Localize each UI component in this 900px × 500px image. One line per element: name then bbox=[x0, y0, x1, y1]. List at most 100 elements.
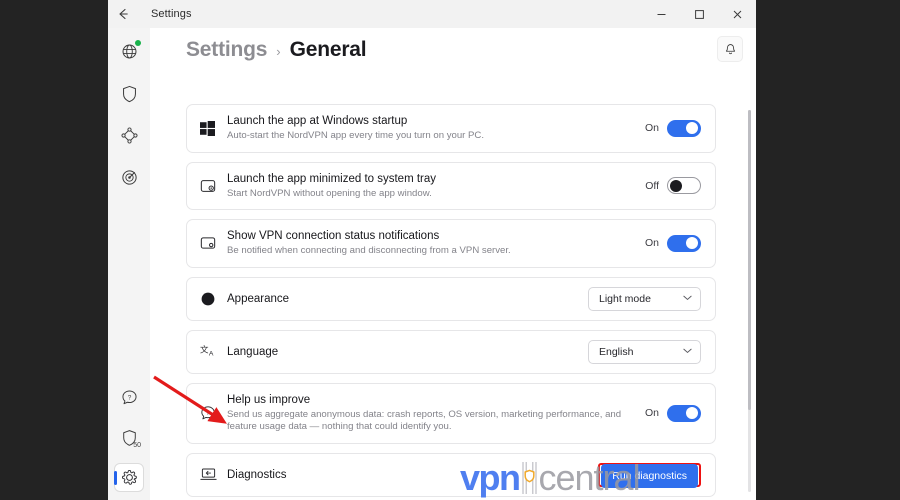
setting-row-language[interactable]: 文 A Language English bbox=[186, 329, 716, 374]
setting-text: Show VPN connection status notifications… bbox=[227, 229, 645, 258]
status-badge bbox=[135, 40, 141, 46]
setting-text: Language bbox=[227, 346, 588, 358]
minimize-icon bbox=[657, 13, 665, 15]
sidebar-item-threat-protection[interactable] bbox=[114, 79, 144, 108]
breadcrumb: Settings › General bbox=[150, 28, 756, 62]
shield-icon bbox=[122, 85, 136, 102]
setting-row-help-us-improve[interactable]: ? Help us improve Send us aggregate anon… bbox=[186, 382, 716, 444]
svg-text:A: A bbox=[209, 351, 214, 358]
content-header: Settings › General bbox=[150, 28, 756, 66]
breadcrumb-separator: › bbox=[276, 44, 281, 59]
run-diagnostics-button[interactable]: Run diagnostics bbox=[601, 463, 698, 488]
setting-row-appearance[interactable]: Appearance Light mode bbox=[186, 276, 716, 321]
language-icon: 文 A bbox=[200, 344, 227, 359]
arrow-left-icon bbox=[119, 8, 128, 20]
setting-control: On bbox=[645, 119, 701, 137]
setting-title: Help us improve bbox=[227, 393, 311, 406]
setting-subtitle: Send us aggregate anonymous data: crash … bbox=[227, 408, 622, 433]
sidebar-item-help[interactable]: ? bbox=[114, 383, 144, 412]
screenshot-root: Settings ? 50 Settings › General Launch … bbox=[0, 0, 900, 500]
toggle-state-label: On bbox=[644, 237, 659, 250]
toggle-knob bbox=[686, 237, 698, 250]
diagnostics-laptop-icon bbox=[200, 467, 227, 482]
setting-title: Launch the app minimized to system tray bbox=[227, 172, 437, 185]
target-icon bbox=[121, 170, 137, 185]
svg-text:?: ? bbox=[127, 395, 131, 402]
setting-text: Launch the app minimized to system tray … bbox=[227, 172, 645, 201]
sidebar-item-vpn[interactable] bbox=[114, 37, 144, 66]
maximize-icon bbox=[694, 9, 704, 19]
setting-title: Show VPN connection status notifications bbox=[227, 230, 440, 242]
toggle-knob bbox=[686, 407, 698, 419]
title-bar: Settings bbox=[108, 0, 756, 28]
appearance-select-value: Light mode bbox=[599, 292, 651, 305]
toggle-switch[interactable] bbox=[667, 119, 701, 137]
appearance-select[interactable]: Light mode bbox=[588, 286, 701, 311]
chevron-down-icon bbox=[683, 347, 692, 356]
setting-row-status-notifications[interactable]: Show VPN connection status notifications… bbox=[186, 219, 716, 268]
chevron-down-icon bbox=[683, 294, 692, 303]
page-title: General bbox=[289, 38, 367, 61]
help-bubble-icon: ? bbox=[121, 390, 137, 405]
maximize-button[interactable] bbox=[680, 0, 718, 28]
system-tray-icon bbox=[200, 178, 227, 194]
setting-control: Run diagnostics bbox=[598, 462, 701, 488]
setting-title: Appearance bbox=[227, 292, 290, 305]
language-select-value: English bbox=[599, 345, 634, 358]
setting-row-windows-startup[interactable]: Launch the app at Windows startup Auto-s… bbox=[186, 104, 716, 153]
bell-icon bbox=[725, 43, 735, 54]
toggle-switch[interactable] bbox=[667, 177, 701, 195]
setting-subtitle: Be notified when connecting and disconne… bbox=[227, 245, 511, 256]
setting-row-minimized-tray[interactable]: Launch the app minimized to system tray … bbox=[186, 161, 716, 210]
notifications-button[interactable] bbox=[717, 36, 743, 62]
toggle-knob bbox=[686, 122, 698, 135]
meshnet-icon bbox=[120, 127, 138, 144]
toggle-state-label: On bbox=[644, 407, 659, 419]
setting-control: English bbox=[588, 339, 701, 364]
setting-subtitle: Auto-start the NordVPN app every time yo… bbox=[227, 130, 485, 141]
sidebar-item-settings[interactable] bbox=[114, 463, 144, 492]
toggle-switch[interactable] bbox=[667, 234, 701, 252]
rail-bottom-group: ? 50 bbox=[108, 383, 150, 492]
sidebar-item-dark-web-monitor[interactable] bbox=[114, 163, 144, 192]
toggle-knob bbox=[670, 179, 682, 192]
setting-subtitle: Start NordVPN without opening the app wi… bbox=[227, 187, 432, 199]
setting-control: On bbox=[644, 404, 701, 422]
setting-text: Appearance bbox=[227, 293, 588, 305]
content-scrollbar[interactable] bbox=[748, 110, 751, 492]
windows-logo-icon bbox=[200, 120, 227, 136]
scan-count-label: 50 bbox=[133, 442, 141, 449]
titlebar-title: Settings bbox=[151, 8, 192, 20]
scrollbar-thumb[interactable] bbox=[748, 110, 751, 410]
settings-list: Launch the app at Windows startup Auto-s… bbox=[150, 104, 756, 500]
toggle-state-label: Off bbox=[645, 179, 659, 192]
setting-text: Launch the app at Windows startup Auto-s… bbox=[227, 114, 645, 143]
sidebar-item-meshnet[interactable] bbox=[114, 121, 144, 150]
annotation-arrow bbox=[153, 375, 227, 424]
setting-text: Help us improve Send us aggregate anonym… bbox=[227, 393, 645, 434]
language-select[interactable]: English bbox=[588, 339, 701, 364]
toggle-switch[interactable] bbox=[667, 404, 701, 422]
setting-row-diagnostics[interactable]: Diagnostics Run diagnostics bbox=[186, 452, 716, 497]
breadcrumb-parent[interactable]: Settings bbox=[186, 38, 267, 62]
svg-text:文: 文 bbox=[200, 344, 209, 354]
globe-icon bbox=[122, 44, 136, 59]
back-button[interactable] bbox=[108, 0, 138, 28]
moon-icon bbox=[200, 291, 227, 307]
left-nav-rail: ? 50 bbox=[108, 28, 150, 500]
setting-control: Off bbox=[645, 177, 701, 195]
setting-control: On bbox=[644, 234, 701, 252]
close-button[interactable] bbox=[718, 0, 756, 28]
close-icon bbox=[733, 10, 741, 18]
setting-title: Language bbox=[227, 345, 279, 358]
rail-top-group bbox=[114, 28, 144, 192]
notification-window-icon bbox=[200, 235, 227, 251]
setting-title: Launch the app at Windows startup bbox=[227, 115, 408, 127]
minimize-button[interactable] bbox=[642, 0, 680, 28]
sidebar-item-scan[interactable]: 50 bbox=[114, 423, 144, 452]
setting-control: Light mode bbox=[588, 286, 701, 311]
setting-text: Diagnostics bbox=[227, 469, 598, 481]
run-diagnostics-highlight: Run diagnostics bbox=[598, 462, 701, 488]
window-controls bbox=[642, 0, 756, 28]
gear-icon bbox=[121, 470, 137, 485]
